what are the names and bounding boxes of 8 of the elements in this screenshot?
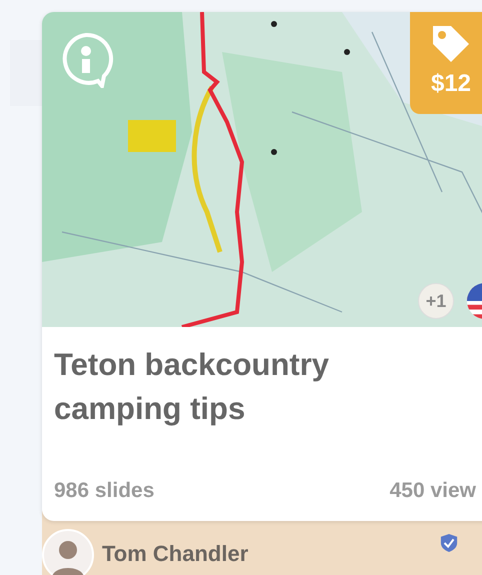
tag-icon (431, 24, 471, 64)
author-name[interactable]: Tom Chandler (102, 541, 248, 567)
background-panel (10, 40, 42, 106)
price-text: $12 (430, 70, 472, 98)
card-title[interactable]: Teton backcountry camping tips (42, 327, 482, 455)
avatar-silhouette (42, 529, 94, 575)
view-count: 450 view (390, 479, 476, 503)
slide-count: 986 slides (54, 479, 154, 503)
